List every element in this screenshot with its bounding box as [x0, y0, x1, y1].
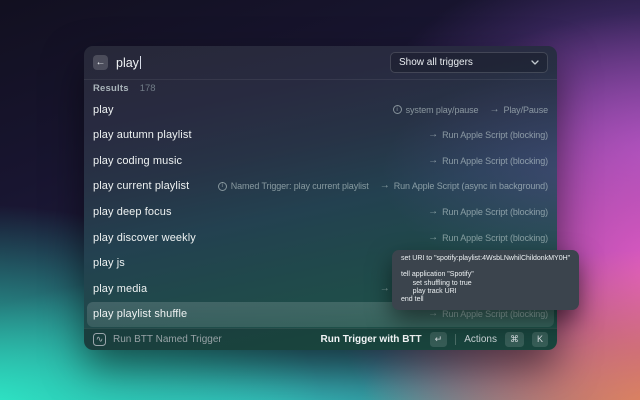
back-arrow-icon: ← — [96, 58, 106, 68]
trigger-action: → Run Apple Script (blocking) — [428, 156, 548, 166]
results-header: Results 178 — [84, 80, 557, 97]
trigger-info: i Named Trigger: play current playlist — [218, 181, 369, 191]
trigger-name: play — [93, 104, 114, 116]
trigger-name: play js — [93, 257, 125, 269]
run-trigger-button[interactable]: Run Trigger with BTT — [321, 334, 422, 345]
arrow-right-icon: → — [380, 284, 390, 294]
trigger-action: → Run Apple Script (blocking) — [428, 309, 548, 319]
result-row[interactable]: play i system play/pause → Play/Pause — [84, 97, 557, 123]
result-row[interactable]: play current playlist i Named Trigger: p… — [84, 174, 557, 200]
enter-key-icon: ↵ — [435, 334, 443, 344]
cmd-key-badge[interactable]: ⌘ — [505, 332, 524, 347]
dropdown-selected-value: Show all triggers — [399, 57, 473, 68]
chevron-down-icon — [531, 60, 539, 65]
trigger-info: i system play/pause — [393, 105, 479, 115]
trigger-action-text: Run Apple Script (blocking) — [442, 207, 548, 217]
trigger-action-text: Play/Pause — [503, 105, 548, 115]
trigger-name: play playlist shuffle — [93, 308, 187, 320]
text-cursor — [140, 56, 142, 69]
arrow-right-icon: → — [380, 181, 390, 191]
result-row[interactable]: play deep focus → Run Apple Script (bloc… — [84, 199, 557, 225]
arrow-right-icon: → — [428, 233, 438, 243]
trigger-name: play discover weekly — [93, 232, 196, 244]
arrow-right-icon: → — [428, 156, 438, 166]
trigger-filter-dropdown[interactable]: Show all triggers — [390, 52, 548, 73]
footer-bar: ∿ Run BTT Named Trigger Run Trigger with… — [84, 328, 557, 350]
enter-key-badge[interactable]: ↵ — [430, 332, 448, 347]
result-row[interactable]: play discover weekly → Run Apple Script … — [84, 225, 557, 251]
trigger-action: → Run Apple Script (blocking) — [428, 207, 548, 217]
result-row[interactable]: play coding music → Run Apple Script (bl… — [84, 148, 557, 174]
trigger-action-text: Run Apple Script (blocking) — [442, 309, 548, 319]
arrow-right-icon: → — [428, 207, 438, 217]
trigger-action: → Run Apple Script (blocking) — [428, 130, 548, 140]
trigger-info-text: Named Trigger: play current playlist — [231, 181, 369, 191]
result-row[interactable]: play autumn playlist → Run Apple Script … — [84, 123, 557, 149]
back-button[interactable]: ← — [93, 55, 108, 70]
arrow-right-icon: → — [489, 105, 499, 115]
trigger-action-text: Run Apple Script (blocking) — [442, 233, 548, 243]
trigger-action-text: Run Apple Script (blocking) — [442, 156, 548, 166]
trigger-name: play current playlist — [93, 180, 189, 192]
actions-button[interactable]: Actions — [464, 334, 497, 345]
arrow-right-icon: → — [428, 309, 438, 319]
footer-divider — [455, 334, 456, 345]
results-label: Results — [93, 83, 129, 94]
trigger-name: play autumn playlist — [93, 129, 192, 141]
k-key-badge[interactable]: K — [532, 332, 548, 347]
arrow-right-icon: → — [428, 130, 438, 140]
trigger-name: play deep focus — [93, 206, 172, 218]
applescript-preview-tooltip: set URI to "spotify:playlist:4WsbLNwhilC… — [392, 250, 579, 310]
footer-actions: Run Trigger with BTT ↵ Actions ⌘ K — [321, 332, 548, 347]
trigger-name: play media — [93, 283, 147, 295]
results-count: 178 — [140, 83, 156, 94]
trigger-info-text: system play/pause — [406, 105, 479, 115]
search-bar: ← play Show all triggers — [84, 46, 557, 80]
search-query-text: play — [116, 56, 139, 70]
trigger-action-text: Run Apple Script (blocking) — [442, 130, 548, 140]
trigger-action-text: Run Apple Script (async in background) — [394, 181, 548, 191]
trigger-action: → Play/Pause — [489, 105, 548, 115]
trigger-action: → Run Apple Script (blocking) — [428, 233, 548, 243]
cmd-key-icon: ⌘ — [510, 334, 519, 344]
trigger-name: play coding music — [93, 155, 182, 167]
info-icon: i — [393, 105, 402, 114]
trigger-action: → Run Apple Script (async in background) — [380, 181, 548, 191]
search-input[interactable]: play — [116, 56, 141, 70]
footer-trigger-type-label: Run BTT Named Trigger — [113, 334, 222, 345]
info-icon: i — [218, 182, 227, 191]
btt-logo-icon: ∿ — [93, 333, 106, 346]
